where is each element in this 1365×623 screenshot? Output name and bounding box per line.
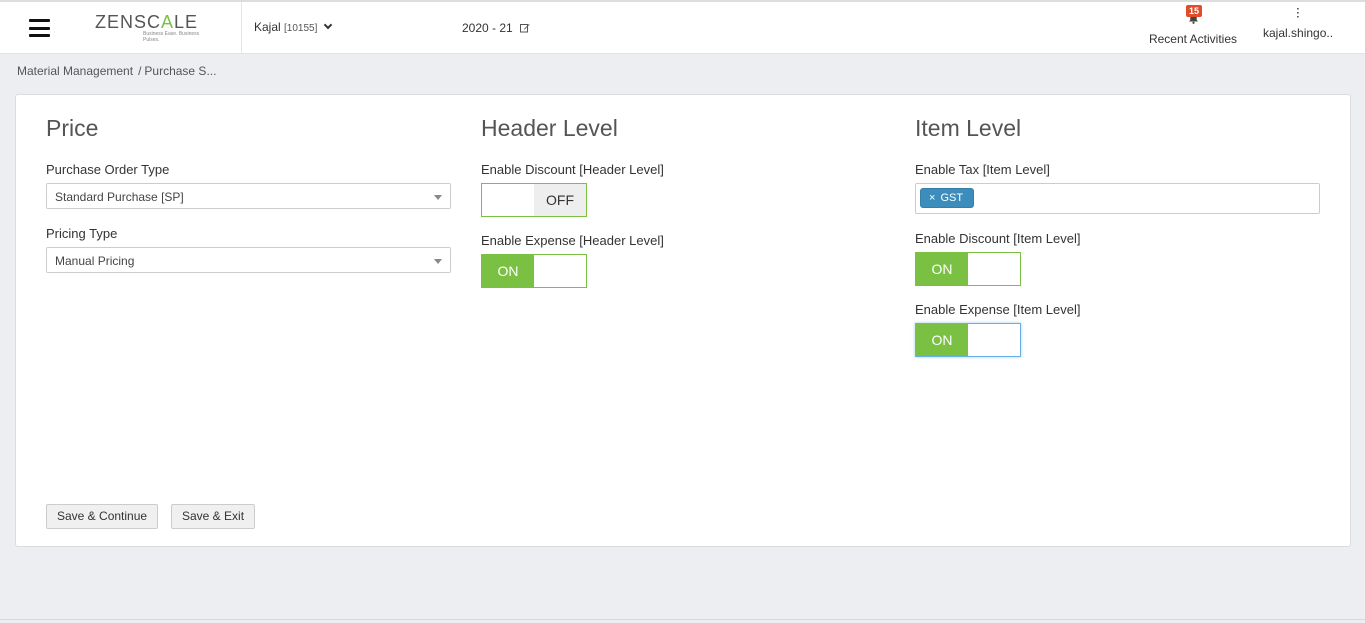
item-level-title: Item Level bbox=[915, 115, 1022, 141]
kebab-menu-icon: · · · bbox=[1296, 4, 1300, 23]
top-navbar: ZENSCALE Business Ease. Business Pulses.… bbox=[0, 0, 1365, 54]
pricing-type-label: Pricing Type bbox=[46, 226, 118, 241]
save-continue-button[interactable]: Save & Continue bbox=[46, 504, 159, 529]
zenscale-logo[interactable]: ZENSCALE Business Ease. Business Pulses. bbox=[95, 12, 210, 44]
enable-discount-header-label: Enable Discount [Header Level] bbox=[481, 162, 664, 177]
toggle-on-label: ON bbox=[482, 255, 534, 287]
breadcrumb-purchase-settings[interactable]: Purchase S... bbox=[144, 64, 216, 78]
breadcrumb-separator: / bbox=[138, 64, 142, 78]
toggle-blank bbox=[482, 184, 534, 216]
purchase-order-type-value: Standard Purchase [SP] bbox=[55, 190, 184, 204]
enable-expense-header-toggle[interactable]: ON bbox=[481, 254, 587, 288]
caret-down-icon bbox=[434, 259, 442, 264]
caret-down-icon bbox=[434, 195, 442, 200]
save-exit-button[interactable]: Save & Exit bbox=[171, 504, 256, 529]
enable-tax-multiselect[interactable]: × GST bbox=[915, 183, 1320, 214]
notification-badge: 15 bbox=[1186, 5, 1203, 17]
enable-discount-header-toggle[interactable]: OFF bbox=[481, 183, 587, 217]
edit-icon[interactable] bbox=[520, 23, 530, 33]
toggle-blank bbox=[534, 255, 586, 287]
toggle-on-label: ON bbox=[916, 324, 968, 356]
enable-expense-item-toggle[interactable]: ON bbox=[915, 323, 1021, 357]
enable-tax-item-label: Enable Tax [Item Level] bbox=[915, 162, 1050, 177]
logo-wordmark: ZENSCALE bbox=[95, 12, 199, 32]
header-level-title: Header Level bbox=[481, 115, 618, 141]
price-title: Price bbox=[46, 115, 99, 141]
enable-expense-header-label: Enable Expense [Header Level] bbox=[481, 233, 664, 248]
purchase-order-type-label: Purchase Order Type bbox=[46, 162, 170, 177]
enable-expense-item-label: Enable Expense [Item Level] bbox=[915, 302, 1081, 317]
company-name: Kajal bbox=[254, 20, 281, 34]
menu-icon[interactable] bbox=[29, 19, 50, 37]
tax-tag-gst: × GST bbox=[920, 188, 975, 208]
item-level-section: Item Level Enable Tax [Item Level] × GST … bbox=[915, 115, 1320, 357]
navbar-divider bbox=[241, 2, 242, 54]
breadcrumb-material-management[interactable]: Material Management bbox=[17, 64, 133, 78]
pricing-type-value: Manual Pricing bbox=[55, 254, 135, 268]
pricing-type-select[interactable]: Manual Pricing bbox=[46, 247, 451, 273]
enable-discount-item-toggle[interactable]: ON bbox=[915, 252, 1021, 286]
toggle-blank bbox=[968, 253, 1020, 285]
recent-activities-button[interactable]: 15 Recent Activities bbox=[1148, 5, 1238, 46]
enable-discount-item-label: Enable Discount [Item Level] bbox=[915, 231, 1081, 246]
toggle-off-label: OFF bbox=[534, 184, 586, 216]
header-level-section: Header Level Enable Discount [Header Lev… bbox=[481, 115, 664, 288]
user-menu[interactable]: · · · kajal.shingo.. bbox=[1263, 4, 1334, 41]
chevron-down-icon bbox=[323, 20, 332, 30]
company-selector[interactable]: Kajal [10155] bbox=[254, 20, 332, 34]
logo-tagline: Business Ease. Business Pulses. bbox=[143, 31, 200, 43]
purchase-order-type-select[interactable]: Standard Purchase [SP] bbox=[46, 183, 451, 209]
settings-card: Price Purchase Order Type Standard Purch… bbox=[15, 94, 1351, 547]
bottom-divider bbox=[0, 619, 1365, 620]
company-code: [10155] bbox=[284, 23, 318, 34]
breadcrumb: Material Management / Purchase S... bbox=[17, 64, 216, 78]
fiscal-year: 2020 - 21 bbox=[462, 21, 530, 35]
toggle-on-label: ON bbox=[916, 253, 968, 285]
remove-tag-icon[interactable]: × bbox=[929, 192, 935, 204]
toggle-blank bbox=[968, 324, 1020, 356]
price-section: Price Purchase Order Type Standard Purch… bbox=[46, 115, 451, 273]
tag-label: GST bbox=[940, 192, 964, 204]
user-name: kajal.shingo.. bbox=[1263, 26, 1334, 40]
recent-activities-label: Recent Activities bbox=[1148, 32, 1238, 46]
fiscal-year-label: 2020 - 21 bbox=[462, 21, 513, 35]
